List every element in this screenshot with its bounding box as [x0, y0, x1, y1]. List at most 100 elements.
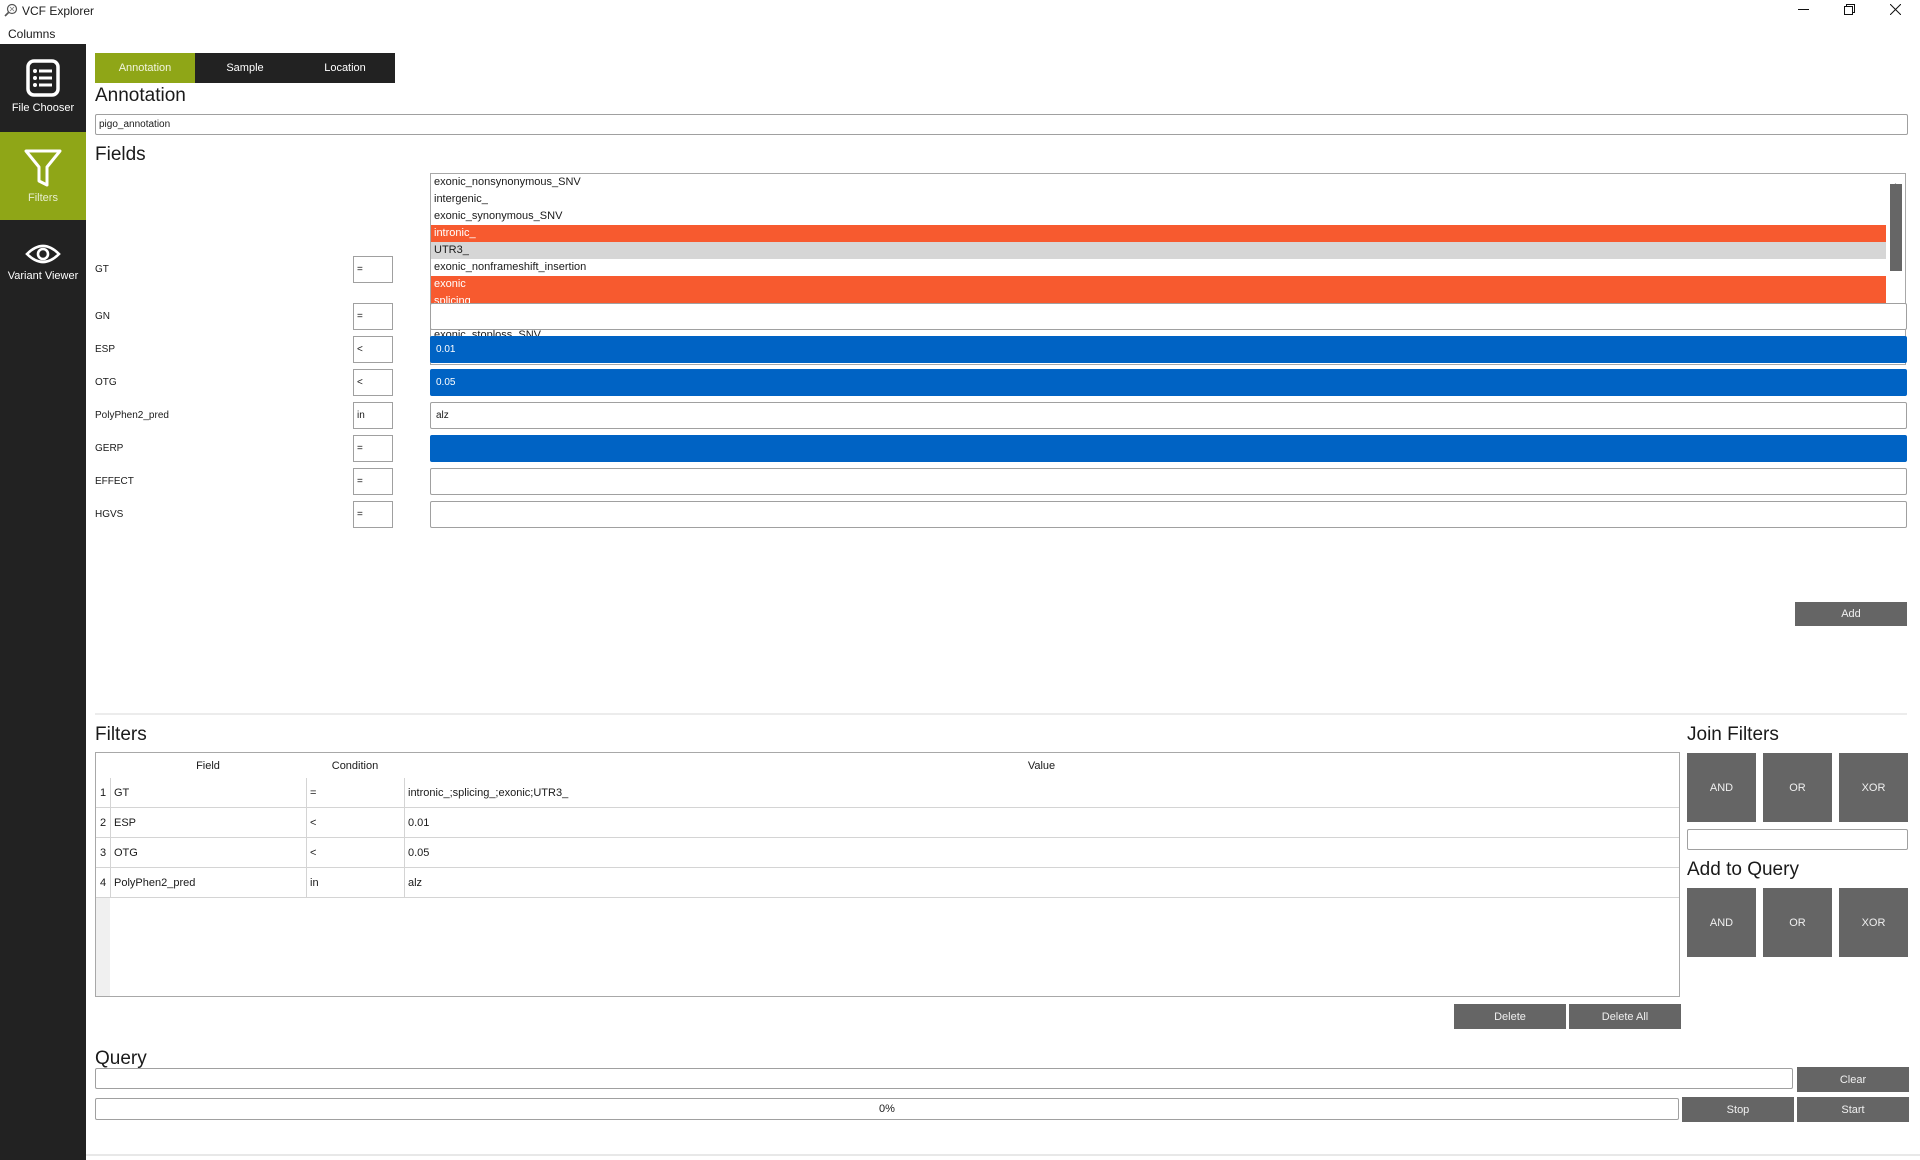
cell-value[interactable]: intronic_;splicing_;exonic;UTR3_: [404, 778, 1679, 808]
cell-condition[interactable]: <: [306, 838, 404, 868]
polyphen2-pred-condition-input[interactable]: in: [353, 402, 393, 429]
field-label-esp: ESP: [95, 344, 116, 355]
gt-option[interactable]: exonic_nonsynonymous_SNV: [431, 174, 1886, 191]
hgvs-value-input[interactable]: [430, 501, 1907, 528]
cell-field[interactable]: GT: [110, 778, 306, 808]
list-icon: [0, 44, 86, 98]
annotation-heading: Annotation: [95, 85, 186, 106]
sidebar: File Chooser Filters Variant Viewer: [0, 44, 86, 1160]
join-or-button[interactable]: OR: [1763, 753, 1832, 822]
tab-sample[interactable]: Sample: [195, 53, 295, 83]
table-row[interactable]: 4 PolyPhen2_pred in alz: [96, 868, 1679, 898]
field-label-gerp: GERP: [95, 443, 124, 454]
field-label-gn: GN: [95, 311, 110, 322]
app-logo-icon: [4, 3, 18, 17]
sidebar-item-label: File Chooser: [11, 102, 75, 114]
query-or-button[interactable]: OR: [1763, 888, 1832, 957]
gt-option[interactable]: intronic_: [431, 225, 1886, 242]
effect-condition-input[interactable]: =: [353, 468, 393, 495]
delete-button[interactable]: Delete: [1454, 1004, 1566, 1029]
tab-location[interactable]: Location: [295, 53, 395, 83]
start-button[interactable]: Start: [1797, 1097, 1909, 1122]
filters-heading: Filters: [95, 724, 147, 745]
restore-icon: [1843, 2, 1855, 20]
column-header-field[interactable]: Field: [110, 753, 306, 778]
add-filter-button[interactable]: Add: [1795, 602, 1907, 626]
sidebar-item-variant-viewer[interactable]: Variant Viewer: [0, 220, 86, 308]
cell-condition[interactable]: <: [306, 808, 404, 838]
cell-condition[interactable]: =: [306, 778, 404, 808]
fields-heading: Fields: [95, 144, 146, 165]
effect-value-input[interactable]: [430, 468, 1907, 495]
gt-option[interactable]: UTR3_: [431, 242, 1886, 259]
join-and-button[interactable]: AND: [1687, 753, 1756, 822]
stop-button[interactable]: Stop: [1682, 1097, 1794, 1122]
field-label-effect: EFFECT: [95, 476, 134, 487]
gt-option[interactable]: exonic_nonframeshift_insertion: [431, 259, 1886, 276]
filters-table[interactable]: Field Condition Value 1 GT = intronic_;spli…: [95, 752, 1680, 997]
join-filters-heading: Join Filters: [1687, 724, 1779, 745]
restore-button[interactable]: [1826, 0, 1872, 22]
scrollbar-thumb[interactable]: [1890, 184, 1902, 271]
cell-value[interactable]: 0.05: [404, 838, 1679, 868]
column-header-value[interactable]: Value: [404, 753, 1679, 778]
menu-columns[interactable]: Columns: [8, 27, 55, 41]
row-number[interactable]: 3: [96, 838, 110, 868]
progress-text: 0%: [879, 1103, 895, 1115]
row-number[interactable]: 2: [96, 808, 110, 838]
cell-value[interactable]: alz: [404, 868, 1679, 898]
eye-icon: [0, 220, 86, 266]
divider: [95, 713, 1907, 715]
row-number[interactable]: 4: [96, 868, 110, 898]
row-header-gutter: [96, 898, 110, 996]
esp-value-input[interactable]: 0.01: [430, 336, 1907, 363]
field-label-polyphen2-pred: PolyPhen2_pred: [95, 410, 169, 421]
cell-condition[interactable]: in: [306, 868, 404, 898]
sidebar-item-file-chooser[interactable]: File Chooser: [0, 44, 86, 132]
window-title: VCF Explorer: [22, 4, 95, 18]
filters-panel: Annotation Sample Location Annotation pi…: [86, 44, 1920, 1160]
field-label-otg: OTG: [95, 377, 117, 388]
annotation-input[interactable]: pigo_annotation: [95, 114, 1908, 135]
gerp-value-input[interactable]: [430, 435, 1907, 462]
gt-option[interactable]: exonic_synonymous_SNV: [431, 208, 1886, 225]
gerp-condition-input[interactable]: =: [353, 435, 393, 462]
sidebar-item-filters[interactable]: Filters: [0, 132, 86, 220]
polyphen2-pred-value-input[interactable]: alz: [430, 402, 1907, 429]
gt-option[interactable]: exonic: [431, 276, 1886, 293]
otg-value-input[interactable]: 0.05: [430, 369, 1907, 396]
cell-field[interactable]: ESP: [110, 808, 306, 838]
query-heading: Query: [95, 1048, 147, 1069]
cell-value[interactable]: 0.01: [404, 808, 1679, 838]
minimize-button[interactable]: [1780, 0, 1826, 22]
otg-condition-input[interactable]: <: [353, 369, 393, 396]
close-icon: [1889, 2, 1901, 20]
table-row[interactable]: 3 OTG <0.05: [96, 838, 1679, 868]
clear-query-button[interactable]: Clear: [1797, 1067, 1909, 1092]
cell-field[interactable]: PolyPhen2_pred: [110, 868, 306, 898]
menu-bar: Columns: [0, 24, 1920, 44]
gn-condition-input[interactable]: =: [353, 303, 393, 330]
table-row[interactable]: 1 GT = intronic_;splicing_;exonic;UTR3_: [96, 778, 1679, 808]
gt-condition-input[interactable]: =: [353, 256, 393, 283]
esp-condition-input[interactable]: <: [353, 336, 393, 363]
row-number[interactable]: 1: [96, 778, 110, 808]
cell-field[interactable]: OTG: [110, 838, 306, 868]
query-and-button[interactable]: AND: [1687, 888, 1756, 957]
sidebar-item-label: Variant Viewer: [7, 270, 79, 282]
column-header-condition[interactable]: Condition: [306, 753, 404, 778]
tab-annotation[interactable]: Annotation: [95, 53, 195, 83]
query-input[interactable]: [95, 1068, 1793, 1089]
join-filters-input[interactable]: [1687, 829, 1908, 850]
gn-value-input[interactable]: [430, 303, 1907, 330]
join-xor-button[interactable]: XOR: [1839, 753, 1908, 822]
delete-all-button[interactable]: Delete All: [1569, 1004, 1681, 1029]
sidebar-item-label: Filters: [28, 192, 58, 204]
gt-option[interactable]: intergenic_: [431, 191, 1886, 208]
table-row[interactable]: 2 ESP <0.01: [96, 808, 1679, 838]
query-xor-button[interactable]: XOR: [1839, 888, 1908, 957]
close-button[interactable]: [1872, 0, 1918, 22]
progress-bar: 0%: [95, 1098, 1679, 1120]
add-to-query-heading: Add to Query: [1687, 859, 1799, 880]
hgvs-condition-input[interactable]: =: [353, 501, 393, 528]
